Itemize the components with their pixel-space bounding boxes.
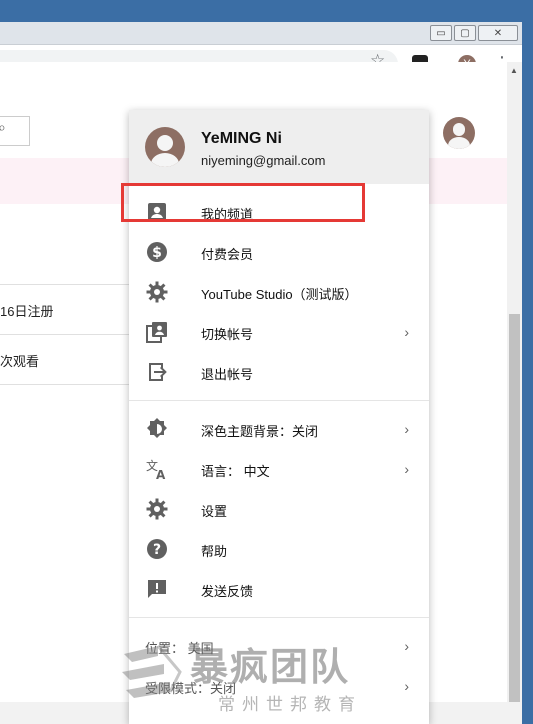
gear-icon: [146, 281, 168, 303]
menu-item-label: 语言： 中文: [201, 464, 270, 479]
menu-divider: [129, 400, 429, 401]
menu-item-label: 切换帐号: [201, 327, 254, 342]
svg-text:?: ?: [153, 542, 161, 558]
chevron-right-icon: ›: [404, 324, 409, 340]
user-name: YeMING Ni: [201, 130, 282, 147]
menu-item-youtube-studio[interactable]: YouTube Studio（测试版）: [129, 272, 429, 312]
account-header: YeMING Ni niyeming@gmail.com: [129, 110, 429, 184]
minimize-button[interactable]: ▭: [430, 25, 452, 41]
row-divider: [0, 334, 140, 335]
settings-gear-icon: [146, 498, 168, 520]
menu-item-label: 发送反馈: [201, 584, 254, 599]
menu-item-dark-theme[interactable]: 深色主题背景：关闭 ›: [129, 409, 429, 449]
menu-item-help[interactable]: ? 帮助: [129, 529, 429, 569]
avatar: [145, 127, 185, 167]
feedback-icon: [148, 580, 166, 598]
menu-item-paid-memberships[interactable]: $ 付费会员: [129, 232, 429, 272]
menu-item-label: 设置: [201, 504, 228, 519]
menu-item-location[interactable]: 位置： 美国 ›: [129, 626, 429, 666]
menu-item-label: 付费会员: [201, 247, 254, 262]
chevron-right-icon: ›: [404, 638, 409, 654]
help-icon: ?: [147, 539, 167, 559]
chevron-right-icon: ›: [404, 678, 409, 694]
list-item: 16日注册: [0, 304, 54, 319]
svg-text:$: $: [152, 245, 162, 261]
menu-item-label: 退出帐号: [201, 367, 254, 382]
close-button[interactable]: ✕: [478, 25, 518, 41]
menu-item-label: YouTube Studio（测试版）: [201, 287, 358, 302]
highlight-box: [121, 183, 365, 222]
sign-out-icon: [149, 363, 167, 381]
menu-item-label: 帮助: [201, 544, 228, 559]
list-item: 次观看: [0, 354, 40, 369]
svg-text:A: A: [156, 468, 166, 481]
user-email: niyeming@gmail.com: [201, 153, 326, 168]
row-divider: [0, 284, 140, 285]
search-button[interactable]: ⌕: [0, 116, 30, 146]
menu-item-switch-account[interactable]: 切换帐号 ›: [129, 312, 429, 352]
switch-account-icon: [146, 322, 167, 343]
dollar-circle-icon: $: [147, 242, 167, 262]
menu-item-language[interactable]: 文A 语言： 中文 ›: [129, 449, 429, 489]
scrollbar-thumb[interactable]: [509, 314, 520, 702]
menu-item-sign-out[interactable]: 退出帐号: [129, 352, 429, 392]
chevron-right-icon: ›: [404, 421, 409, 437]
restore-button[interactable]: ▢: [454, 25, 476, 41]
menu-item-settings[interactable]: 设置: [129, 489, 429, 529]
menu-item-restricted-mode[interactable]: 受限模式：关闭 ›: [129, 666, 429, 706]
title-bar: ▭ ▢ ✕: [0, 22, 522, 45]
dark-theme-icon: [147, 418, 167, 438]
menu-item-label: 位置： 美国: [145, 641, 214, 656]
translate-icon: 文A: [146, 458, 166, 481]
page-avatar-button[interactable]: [443, 117, 475, 149]
chevron-right-icon: ›: [404, 461, 409, 477]
menu-item-label: 深色主题背景：关闭: [201, 424, 319, 439]
search-icon: ⌕: [0, 119, 6, 135]
scroll-up-icon[interactable]: ▲: [510, 66, 518, 75]
menu-item-label: 受限模式：关闭: [145, 681, 237, 696]
menu-item-send-feedback[interactable]: 发送反馈: [129, 569, 429, 609]
menu-divider: [129, 617, 429, 618]
page-scrollbar[interactable]: ▲: [507, 62, 522, 702]
row-divider: [0, 384, 140, 385]
